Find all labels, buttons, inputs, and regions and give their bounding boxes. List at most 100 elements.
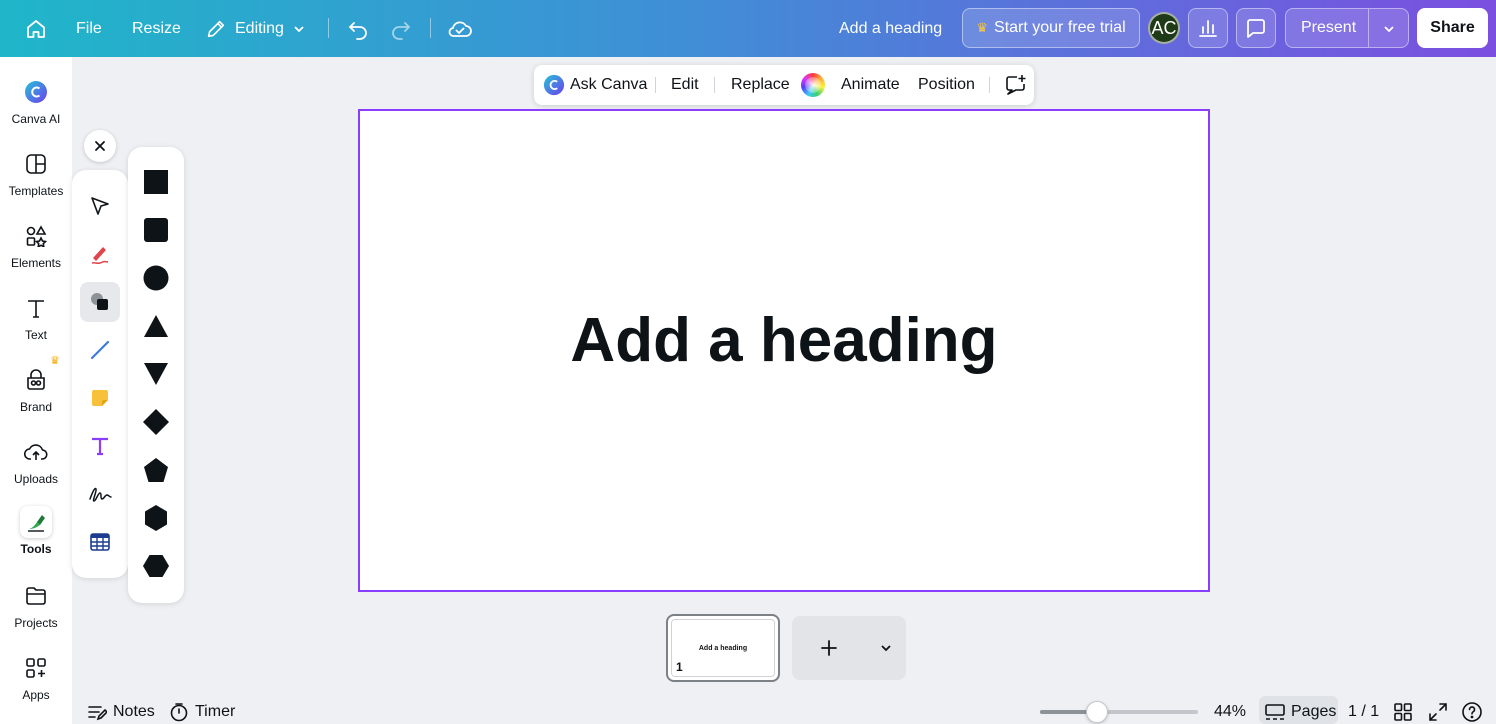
sidebar-label: Brand xyxy=(19,400,53,414)
diamond-shape[interactable] xyxy=(136,402,176,442)
redo-icon xyxy=(392,21,411,40)
diamond-shape-icon xyxy=(143,409,169,435)
page-thumbnail[interactable]: Add a heading 1 xyxy=(666,614,780,682)
insights-button[interactable] xyxy=(1188,8,1228,48)
animate-button[interactable]: Animate xyxy=(841,65,900,105)
templates-icon xyxy=(22,150,50,178)
page-number: 1 xyxy=(676,660,683,674)
share-button[interactable]: Share xyxy=(1417,8,1488,48)
position-label: Position xyxy=(918,76,975,93)
sticky-note-tool-button[interactable] xyxy=(80,378,120,418)
sidebar-item-elements[interactable]: Elements xyxy=(0,222,72,270)
line-tool-button[interactable] xyxy=(80,330,120,370)
ask-canva-label: Ask Canva xyxy=(570,76,648,93)
sidebar-item-text[interactable]: Text xyxy=(0,294,72,342)
sidebar-item-uploads[interactable]: Uploads xyxy=(0,438,72,486)
text-tool-icon xyxy=(92,437,108,456)
canva-ai-icon xyxy=(22,78,50,106)
help-button[interactable] xyxy=(1461,700,1483,724)
tools-panel xyxy=(72,170,128,578)
sidebar-item-canva-ai[interactable]: Canva AI xyxy=(0,78,72,126)
ask-canva-button[interactable]: Ask Canva xyxy=(543,65,647,105)
replace-button[interactable]: Replace xyxy=(731,65,790,105)
redo-button[interactable] xyxy=(389,0,413,57)
sidebar-item-apps[interactable]: Apps xyxy=(0,654,72,702)
sidebar-item-projects[interactable]: Projects xyxy=(0,582,72,630)
inverted-triangle-shape[interactable] xyxy=(136,354,176,394)
replace-label: Replace xyxy=(731,76,790,93)
notes-button[interactable]: Notes xyxy=(87,700,155,724)
editing-label: Editing xyxy=(235,19,284,37)
fullscreen-button[interactable] xyxy=(1428,700,1448,724)
zoom-label: 44% xyxy=(1214,703,1247,720)
signature-tool-icon xyxy=(89,487,112,502)
color-picker-button[interactable] xyxy=(801,65,825,105)
resize-menu[interactable]: Resize xyxy=(132,0,181,57)
canva-ai-icon xyxy=(543,74,565,96)
sidebar-label: Uploads xyxy=(13,472,59,486)
chevron-down-icon[interactable] xyxy=(1382,22,1396,36)
circle-shape-icon xyxy=(143,265,169,291)
triangle-shape[interactable] xyxy=(136,306,176,346)
crown-icon: ♛ xyxy=(976,20,989,35)
shapes-tool-button[interactable] xyxy=(80,282,120,322)
sidebar-label: Elements xyxy=(10,256,62,270)
apps-icon xyxy=(22,654,50,682)
zoom-level[interactable]: 44% xyxy=(1214,700,1246,724)
sidebar-item-templates[interactable]: Templates xyxy=(0,150,72,198)
avatar[interactable]: AC xyxy=(1148,12,1180,44)
comments-button[interactable] xyxy=(1236,8,1276,48)
zoom-slider-thumb[interactable] xyxy=(1086,701,1108,723)
avatar-initials: AC xyxy=(1151,17,1177,38)
free-trial-label: Start your free trial xyxy=(994,19,1126,36)
pages-button-content[interactable]: Pages xyxy=(1265,700,1336,724)
draw-tool-button[interactable] xyxy=(80,234,120,274)
cloud-save-button[interactable] xyxy=(447,0,473,57)
elements-icon xyxy=(22,222,50,250)
rounded-square-shape[interactable] xyxy=(136,210,176,250)
hexagon-shape-icon xyxy=(145,505,167,531)
hexagon-shape[interactable] xyxy=(136,498,176,538)
circle-shape[interactable] xyxy=(136,258,176,298)
select-tool-button[interactable] xyxy=(80,186,120,226)
signature-tool-button[interactable] xyxy=(80,474,120,514)
pencil-icon xyxy=(207,20,225,37)
grid-view-button[interactable] xyxy=(1394,700,1412,724)
plus-icon xyxy=(821,640,837,656)
pages-label: Pages xyxy=(1291,703,1337,720)
close-tools-button[interactable] xyxy=(84,130,116,162)
chevron-down-icon[interactable] xyxy=(879,642,893,654)
edit-button[interactable]: Edit xyxy=(671,65,699,105)
pentagon-shape[interactable] xyxy=(136,450,176,490)
horizontal-hexagon-shape[interactable] xyxy=(136,546,176,586)
toolbar-divider xyxy=(714,77,715,93)
undo-button[interactable] xyxy=(346,0,370,57)
text-tool-button[interactable] xyxy=(80,426,120,466)
sidebar-label: Tools xyxy=(20,542,52,556)
rounded-square-shape-icon xyxy=(144,218,168,242)
file-menu[interactable]: File xyxy=(76,0,102,57)
add-comment-icon xyxy=(1006,75,1026,95)
design-page[interactable]: Add a heading xyxy=(358,109,1210,592)
square-shape[interactable] xyxy=(136,162,176,202)
page-count-label: 1 / 1 xyxy=(1348,703,1380,720)
free-trial-button[interactable]: ♛ Start your free trial xyxy=(962,8,1140,48)
add-comment-button[interactable] xyxy=(1003,65,1027,105)
position-button[interactable]: Position xyxy=(918,65,975,105)
sidebar-item-brand[interactable]: ♛ Brand xyxy=(0,355,72,414)
file-label: File xyxy=(76,19,102,37)
timer-label: Timer xyxy=(195,703,236,720)
heading-text[interactable]: Add a heading xyxy=(360,111,1208,590)
home-button[interactable] xyxy=(24,0,48,57)
home-icon xyxy=(27,19,45,38)
add-page-button[interactable] xyxy=(792,616,906,680)
design-title[interactable]: Add a heading xyxy=(839,0,942,57)
present-button[interactable]: Present xyxy=(1285,8,1409,48)
sidebar-item-tools[interactable]: Tools xyxy=(0,506,72,556)
timer-button[interactable]: Timer xyxy=(169,700,235,724)
present-label: Present xyxy=(1301,19,1357,36)
sidebar-label: Apps xyxy=(22,688,50,702)
editing-menu[interactable]: Editing xyxy=(205,0,306,57)
table-tool-button[interactable] xyxy=(80,522,120,562)
undo-icon xyxy=(348,21,367,40)
